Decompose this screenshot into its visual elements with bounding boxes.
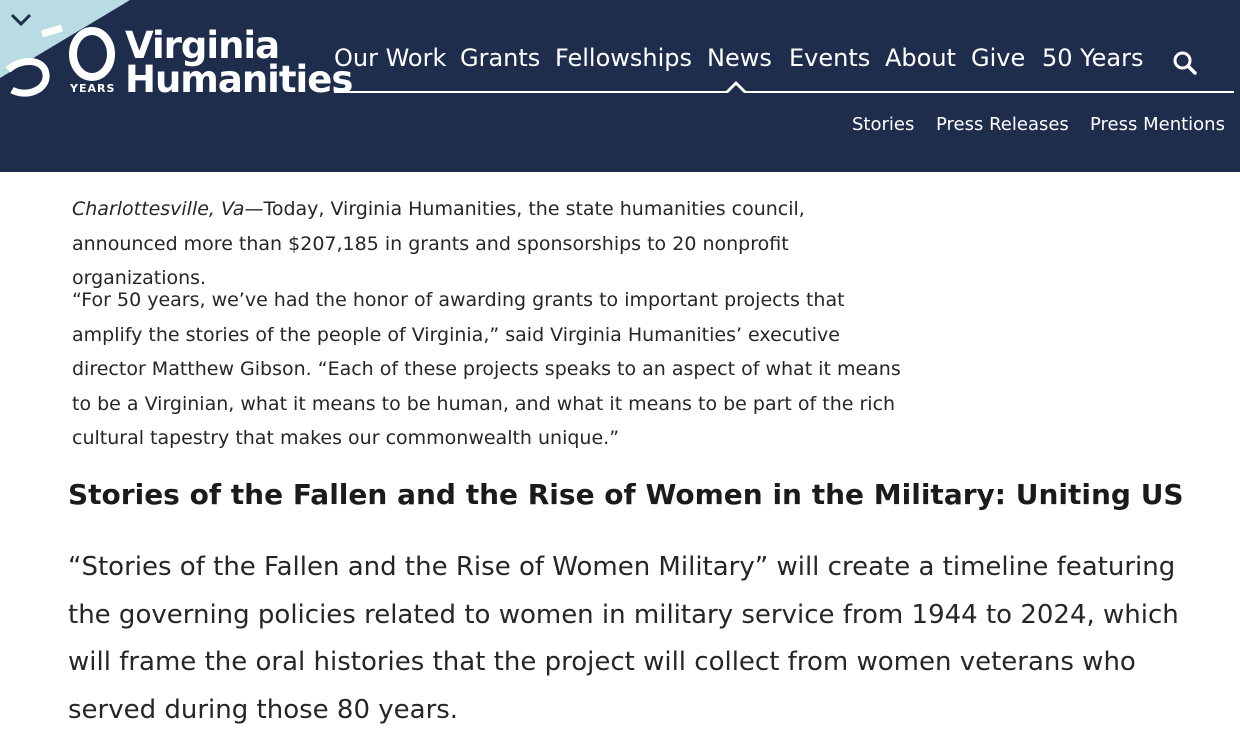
logo-word-humanities: Humanities	[125, 58, 353, 101]
section-body: “Stories of the Fallen and the Rise of W…	[68, 552, 1179, 725]
active-nav-caret-inner	[728, 85, 744, 93]
nav-item-our-work[interactable]: Our Work	[334, 44, 446, 72]
section-heading: Stories of the Fallen and the Rise of Wo…	[68, 478, 1184, 511]
nav-item-grants[interactable]: Grants	[460, 44, 540, 72]
search-icon[interactable]	[1172, 50, 1198, 76]
nav-item-50-years[interactable]: 50 Years	[1042, 44, 1143, 72]
subnav-item-press-releases[interactable]: Press Releases	[936, 114, 1069, 135]
logo-years-label: YEARS	[70, 82, 116, 95]
site-logo[interactable]: YEARS Virginia Humanities	[0, 22, 353, 101]
site-header: YEARS Virginia Humanities Our Work Grant…	[0, 0, 1240, 172]
nav-underline	[334, 91, 1234, 93]
nav-item-about[interactable]: About	[885, 44, 956, 72]
nav-item-fellowships[interactable]: Fellowships	[555, 44, 692, 72]
article-content: Charlottesville, Va—Today, Virginia Huma…	[0, 172, 1240, 739]
nav-item-give[interactable]: Give	[971, 44, 1025, 72]
intro-paragraph: Charlottesville, Va—Today, Virginia Huma…	[72, 192, 912, 296]
subnav-item-press-mentions[interactable]: Press Mentions	[1090, 114, 1225, 135]
subnav-item-stories[interactable]: Stories	[852, 114, 914, 135]
dateline: Charlottesville, Va	[72, 198, 245, 220]
nav-item-news[interactable]: News	[707, 44, 772, 72]
quote-paragraph: “For 50 years, we’ve had the honor of aw…	[72, 289, 901, 449]
nav-item-events[interactable]: Events	[789, 44, 870, 72]
sub-nav: Stories Press Releases Press Mentions	[852, 114, 1225, 138]
